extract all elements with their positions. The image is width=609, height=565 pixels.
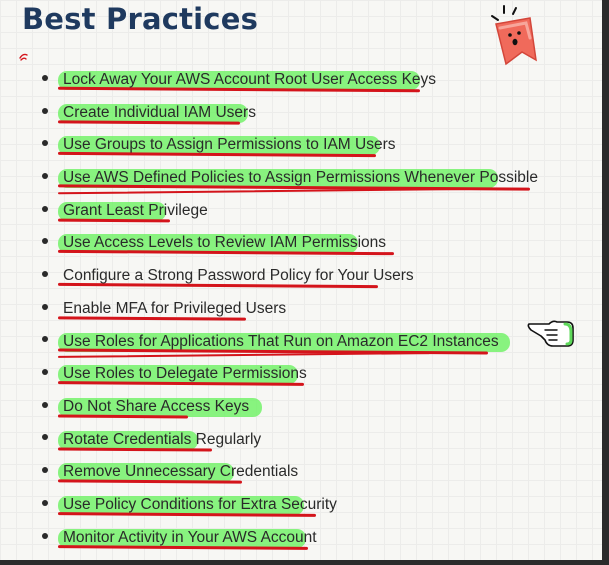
bullet-icon [42,107,48,114]
list-item: Enable MFA for Privileged Users [40,295,539,328]
bullet-icon [42,205,48,212]
bullet-icon [42,532,48,539]
list-item-label: Remove Unnecessary Credentials [63,463,299,481]
list-item-label: Rotate Credentials Regularly [63,430,262,448]
list-item: Use Policy Conditions for Extra Security [40,491,539,524]
list-item-label: Use AWS Defined Policies to Assign Permi… [63,169,538,187]
list-item-label: Monitor Activity in Your AWS Account [63,528,317,546]
best-practices-list: Lock Away Your AWS Account Root User Acc… [40,66,539,556]
list-item-label: Configure a Strong Password Policy for Y… [63,267,414,285]
list-item-label: Grant Least Privilege [63,201,208,219]
list-item: Use Roles to Delegate Permissions [40,360,539,393]
list-item: Use Groups to Assign Permissions to IAM … [40,131,539,164]
bullet-icon [42,434,48,441]
list-item: Use AWS Defined Policies to Assign Permi… [40,164,539,197]
bullet-icon [42,140,48,147]
window-border-bottom [0,560,609,565]
list-item-label: Use Roles to Delegate Permissions [63,365,307,383]
bullet-icon [42,467,48,474]
list-item: Lock Away Your AWS Account Root User Acc… [40,66,539,99]
surprised-face-sticker-icon [491,5,537,66]
window-border-right [602,0,609,565]
list-item: Rotate Credentials Regularly [40,426,539,459]
list-item: Remove Unnecessary Credentials [40,458,539,491]
list-item: Use Roles for Applications That Run on A… [40,328,539,361]
bullet-icon [42,499,48,506]
bullet-icon [42,303,48,310]
list-item-label: Create Individual IAM Users [63,103,256,121]
list-item-label: Do Not Share Access Keys [63,397,250,415]
list-item: Do Not Share Access Keys [40,393,539,426]
list-item: Configure a Strong Password Policy for Y… [40,262,539,295]
bullet-icon [42,401,48,408]
bullet-icon [42,271,48,278]
red-tick-icon [19,53,28,61]
page-title: Best Practices [22,2,259,36]
list-item-label: Enable MFA for Privileged Users [63,299,287,317]
bullet-icon [42,172,48,179]
list-item: Use Access Levels to Review IAM Permissi… [40,229,539,262]
list-item: Monitor Activity in Your AWS Account [40,524,539,557]
list-item-label: Use Policy Conditions for Extra Security [63,495,337,513]
list-item-label: Lock Away Your AWS Account Root User Acc… [63,71,437,88]
bullet-icon [42,74,48,81]
bullet-icon [42,336,48,343]
list-item: Create Individual IAM Users [40,99,539,132]
list-item-label: Use Access Levels to Review IAM Permissi… [63,234,387,252]
list-item-label: Use Groups to Assign Permissions to IAM … [63,136,396,154]
list-item: Grant Least Privilege [40,197,539,230]
list-item-label: Use Roles for Applications That Run on A… [63,332,499,350]
bullet-icon [42,369,48,376]
bullet-icon [42,238,48,245]
slide: Best Practices Lock Away Your AWS Accoun… [0,0,609,565]
